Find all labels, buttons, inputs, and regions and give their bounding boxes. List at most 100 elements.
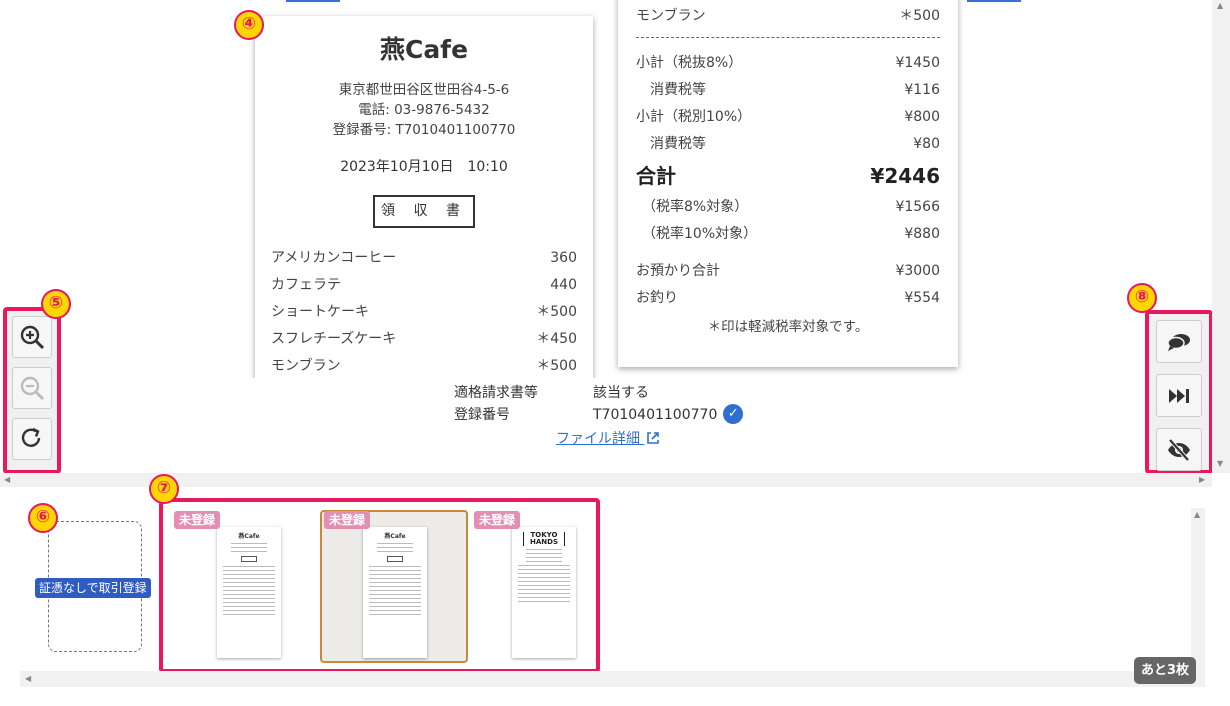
- shop-address: 東京都世田谷区世田谷4-5-6: [338, 82, 510, 98]
- target-10-row: （税率10%対象） ¥880: [636, 221, 940, 248]
- deposit-row: お預かり合計 ¥3000: [636, 258, 940, 285]
- thumbnail-image: TOKYO HANDS: [512, 527, 576, 658]
- top-link-fragment: [286, 0, 340, 2]
- row-label: 小計（税別10%）: [636, 109, 752, 125]
- receipt-review-screen: 燕Cafe 東京都世田谷区世田谷4-5-6 電話: 03-9876-5432 登…: [0, 0, 1230, 706]
- row-label: お預かり合計: [636, 263, 720, 279]
- list-item: ショートケーキ ＊500: [271, 299, 577, 326]
- file-detail-link[interactable]: ファイル詳細: [556, 428, 660, 448]
- action-toolbar: [1145, 310, 1212, 473]
- list-item: アメリカンコーヒー 360: [271, 245, 577, 272]
- total-row: 合計 ¥2446: [636, 158, 940, 194]
- registration-label: 登録番号: [454, 407, 510, 423]
- dashed-divider: [636, 37, 940, 38]
- skip-next-button[interactable]: [1156, 374, 1202, 417]
- scroll-up-arrow-icon[interactable]: ▲: [1217, 1, 1223, 10]
- row-value: ¥554: [904, 290, 940, 306]
- scroll-down-arrow-icon[interactable]: ▼: [1217, 459, 1223, 468]
- row-label: （税率10%対象）: [642, 226, 758, 242]
- hide-button[interactable]: [1156, 428, 1202, 471]
- unregistered-tag: 未登録: [174, 511, 221, 529]
- thumbnail-item[interactable]: TOKYO HANDS: [470, 510, 618, 663]
- strip-vertical-scrollbar[interactable]: ▲: [1191, 508, 1205, 671]
- invoice-meta: 適格請求書等 該当する 登録番号 T7010401100770 ✓: [454, 382, 744, 426]
- unregistered-tag: 未登録: [324, 511, 371, 529]
- annotation-badge-8: ⑧: [1127, 283, 1157, 313]
- unregistered-tag: 未登録: [474, 511, 521, 529]
- item-list: アメリカンコーヒー 360 カフェラテ 440 ショートケーキ ＊500 スフレチーズ…: [271, 245, 577, 380]
- receipt-title: 領 収 書: [373, 195, 475, 228]
- viewer-horizontal-scrollbar[interactable]: ◀ ▶: [0, 473, 1212, 487]
- zoom-in-button[interactable]: [12, 316, 52, 358]
- thumbnail-list: 燕Cafe 未登録 燕Cafe 未登録 TOKYO HANDS 未登録: [159, 498, 600, 673]
- registration-row: 登録番号 T7010401100770 ✓: [454, 404, 744, 426]
- external-link-icon: [647, 432, 660, 444]
- subtotal-10-row: 小計（税別10%） ¥800: [636, 104, 940, 131]
- top-link-fragment: [967, 0, 1021, 2]
- rotate-button[interactable]: [12, 418, 52, 460]
- shop-info: 東京都世田谷区世田谷4-5-6 電話: 03-9876-5432 登録番号: T…: [271, 80, 577, 140]
- thumbnail-image: 燕Cafe: [363, 527, 427, 658]
- thumbnail-item[interactable]: 燕Cafe: [171, 510, 319, 663]
- row-value: ¥800: [904, 109, 940, 125]
- eye-off-icon: [1168, 438, 1190, 461]
- strip-horizontal-scrollbar[interactable]: ◀: [20, 671, 1205, 687]
- comment-icon: [1167, 333, 1190, 351]
- list-item: スフレチーズケーキ ＊450: [271, 326, 577, 353]
- remaining-count-badge: あと3枚: [1134, 657, 1197, 684]
- item-name: スフレチーズケーキ: [271, 331, 397, 347]
- zoom-in-icon: [20, 325, 45, 350]
- row-value: ¥80: [913, 136, 940, 152]
- item-name: モンブラン: [271, 358, 341, 374]
- row-value: ¥3000: [895, 263, 940, 279]
- row-value: ¥880: [904, 226, 940, 242]
- shop-phone: 電話: 03-9876-5432: [358, 102, 490, 118]
- row-label: お釣り: [636, 290, 678, 306]
- scroll-right-arrow-icon[interactable]: ▶: [1199, 475, 1205, 484]
- qualified-value: 該当する: [593, 385, 649, 401]
- item-price: ＊500: [899, 8, 940, 24]
- mini-title: 燕Cafe: [384, 533, 406, 540]
- zoom-out-button[interactable]: [12, 367, 52, 409]
- list-item: カフェラテ 440: [271, 272, 577, 299]
- item-price: ＊500: [536, 304, 577, 320]
- item-name: カフェラテ: [271, 277, 341, 293]
- tax-note: ＊印は軽減税率対象です。: [707, 319, 869, 335]
- registration-value: T7010401100770: [593, 407, 718, 423]
- item-price: 440: [550, 277, 577, 293]
- list-item: モンブラン ＊500: [636, 3, 940, 30]
- zoom-out-icon: [20, 376, 45, 401]
- total-value: ¥2446: [870, 164, 940, 188]
- annotation-badge-4: ④: [234, 10, 264, 40]
- rotate-icon: [21, 427, 41, 447]
- comment-button[interactable]: [1156, 320, 1202, 363]
- thumbnail-item-selected[interactable]: 燕Cafe: [320, 510, 468, 663]
- receipt-page-right: モンブラン ＊500 小計（税抜8%） ¥1450 消費税等 ¥116 小計（税別10…: [618, 0, 958, 367]
- shop-registration: 登録番号: T7010401100770: [332, 122, 516, 138]
- row-value: ¥1566: [895, 199, 940, 215]
- change-row: お釣り ¥554: [636, 285, 940, 312]
- file-detail-label: ファイル詳細: [556, 431, 640, 447]
- annotation-badge-5: ⑤: [41, 289, 71, 319]
- annotation-badge-6: ⑥: [28, 503, 58, 533]
- register-without-document-button[interactable]: 証憑なしで取引登録: [35, 578, 151, 598]
- row-label: （税率8%対象）: [642, 199, 749, 215]
- total-label: 合計: [636, 164, 676, 188]
- item-price: 360: [550, 250, 577, 266]
- scroll-left-arrow-icon[interactable]: ◀: [4, 475, 10, 484]
- scroll-left-arrow-icon[interactable]: ◀: [25, 674, 31, 683]
- row-label: 小計（税抜8%）: [636, 55, 743, 71]
- tax-10-row: 消費税等 ¥80: [636, 131, 940, 158]
- item-name: モンブラン: [636, 8, 706, 24]
- row-value: ¥116: [904, 82, 940, 98]
- document-viewer: 燕Cafe 東京都世田谷区世田谷4-5-6 電話: 03-9876-5432 登…: [0, 0, 1212, 473]
- viewer-vertical-scrollbar[interactable]: ▲ ▼: [1212, 0, 1230, 473]
- item-price: ＊450: [536, 331, 577, 347]
- qualified-row: 適格請求書等 該当する: [454, 382, 743, 404]
- skip-next-icon: [1169, 388, 1189, 403]
- tax-8-row: 消費税等 ¥116: [636, 77, 940, 104]
- scroll-up-arrow-icon[interactable]: ▲: [1194, 510, 1200, 519]
- annotation-badge-7: ⑦: [149, 474, 179, 504]
- target-8-row: （税率8%対象） ¥1566: [636, 194, 940, 221]
- thumbnail-image: 燕Cafe: [217, 527, 281, 658]
